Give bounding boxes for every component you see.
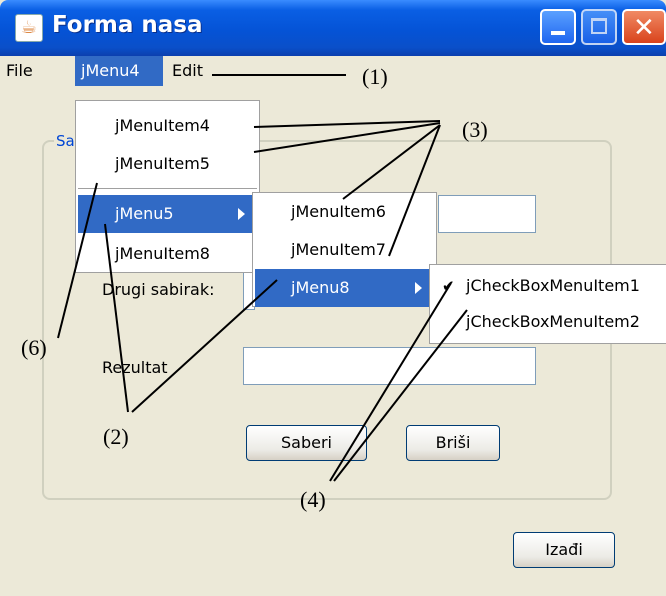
annotation-line-3a <box>253 120 441 128</box>
annotation-lines <box>57 74 468 482</box>
annotation-2: (2) <box>103 424 129 449</box>
annotation-1: (1) <box>362 64 388 89</box>
annotation-4: (4) <box>300 487 326 512</box>
annotation-line-6 <box>57 182 98 339</box>
annotation-6: (6) <box>21 335 47 360</box>
annotation-line-2a <box>104 223 129 413</box>
annotation-line-3b <box>253 122 441 153</box>
annotation-line-4a <box>329 282 452 482</box>
annotation-3: (3) <box>462 117 488 142</box>
annotation-line-2b <box>131 279 278 413</box>
annotation-line-4b <box>333 309 468 482</box>
